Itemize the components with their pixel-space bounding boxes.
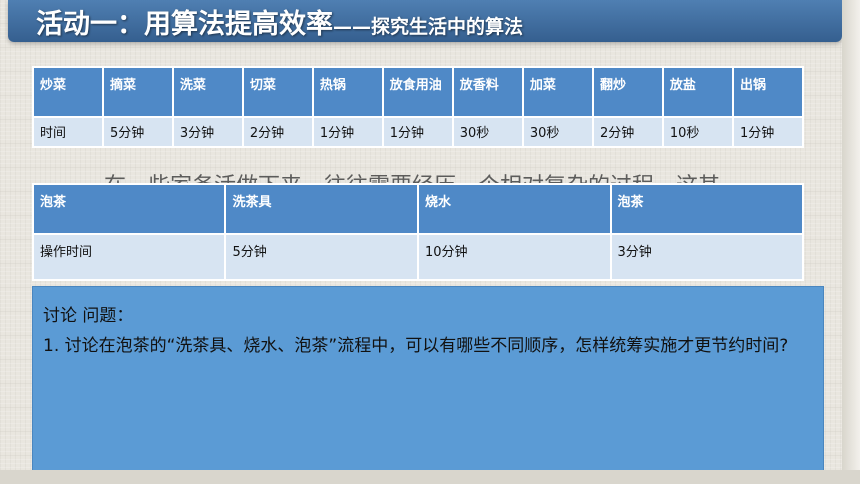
table-header-cell: 切菜 xyxy=(241,66,314,118)
title-bar: 活动一：用算法提高效率 ——探究生活中的算法 xyxy=(8,0,842,42)
table-cell: 2分钟 xyxy=(591,116,664,148)
table-header-cell: 摘菜 xyxy=(101,66,174,118)
table-header-row: 炒菜 摘菜 洗菜 切菜 热锅 放食用油 放香料 加菜 翻炒 放盐 出锅 xyxy=(32,66,804,118)
table-cell: 时间 xyxy=(32,116,104,148)
discussion-box: 讨论 问题： 1. 讨论在泡茶的“洗茶具、烧水、泡茶”流程中，可以有哪些不同顺序… xyxy=(32,286,824,473)
title-sub: ——探究生活中的算法 xyxy=(333,16,524,38)
title-main: 活动一：用算法提高效率 xyxy=(36,9,333,40)
table-header-row: 泡茶 洗茶具 烧水 泡茶 xyxy=(31,183,804,235)
page-title: 活动一：用算法提高效率 ——探究生活中的算法 xyxy=(36,2,523,42)
table-cell: 操作时间 xyxy=(31,233,227,281)
table-row: 操作时间 5分钟 10分钟 3分钟 xyxy=(31,233,804,281)
discussion-question: 1. 讨论在泡茶的“洗茶具、烧水、泡茶”流程中，可以有哪些不同顺序，怎样统筹实施… xyxy=(43,336,789,356)
table-cell: 5分钟 xyxy=(101,116,174,148)
table-header-cell: 炒菜 xyxy=(32,66,104,118)
table-header-cell: 加菜 xyxy=(521,66,594,118)
page-edge xyxy=(842,0,860,484)
table-header-cell: 翻炒 xyxy=(591,66,664,118)
table-header-cell: 泡茶 xyxy=(31,183,227,235)
table-cell: 30秒 xyxy=(521,116,594,148)
table-cell: 30秒 xyxy=(451,116,524,148)
page-bottom-edge xyxy=(0,470,860,484)
table-header-cell: 泡茶 xyxy=(609,183,804,235)
table-header-cell: 出锅 xyxy=(732,66,804,118)
table-row: 时间 5分钟 3分钟 2分钟 1分钟 1分钟 30秒 30秒 2分钟 10秒 1… xyxy=(32,116,804,148)
table-cell: 3分钟 xyxy=(171,116,244,148)
cooking-time-table: 炒菜 摘菜 洗菜 切菜 热锅 放食用油 放香料 加菜 翻炒 放盐 出锅 时间 5… xyxy=(32,66,804,148)
table-header-cell: 放香料 xyxy=(451,66,524,118)
table-cell: 5分钟 xyxy=(224,233,419,281)
table-header-cell: 放食用油 xyxy=(381,66,454,118)
discussion-title: 讨论 问题： xyxy=(43,306,134,326)
table-cell: 1分钟 xyxy=(311,116,384,148)
tea-time-table: 泡茶 洗茶具 烧水 泡茶 操作时间 5分钟 10分钟 3分钟 xyxy=(31,183,804,281)
table-cell: 1分钟 xyxy=(381,116,454,148)
table-cell: 10分钟 xyxy=(416,233,612,281)
table-cell: 2分钟 xyxy=(241,116,314,148)
table-header-cell: 烧水 xyxy=(416,183,612,235)
table-cell: 1分钟 xyxy=(732,116,804,148)
table-header-cell: 洗茶具 xyxy=(224,183,419,235)
table-cell: 10秒 xyxy=(661,116,735,148)
table-header-cell: 热锅 xyxy=(311,66,384,118)
table-header-cell: 放盐 xyxy=(661,66,735,118)
table-header-cell: 洗菜 xyxy=(171,66,244,118)
table-cell: 3分钟 xyxy=(609,233,804,281)
